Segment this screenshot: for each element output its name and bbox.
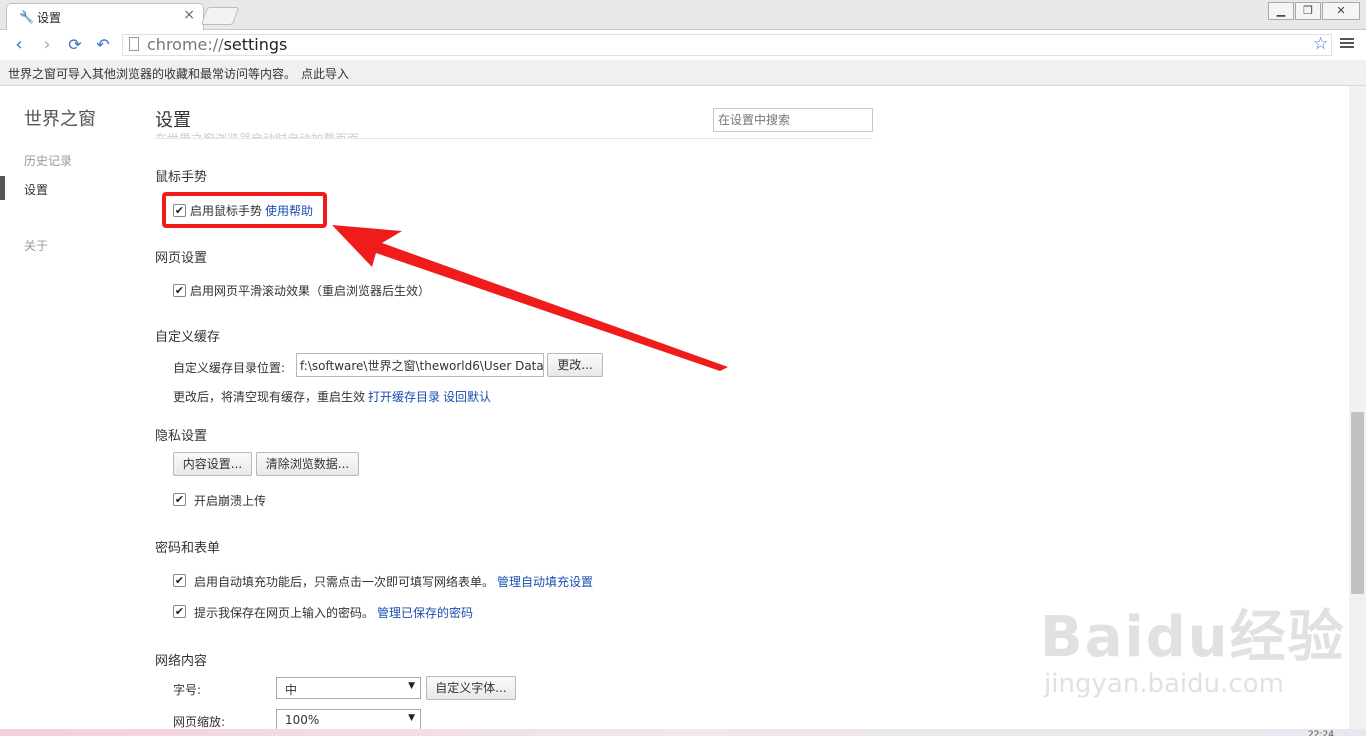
zoom-select[interactable]: 100% ▼ <box>276 709 421 731</box>
font-size-label: 字号: <box>173 683 202 697</box>
dropdown-caret-icon: ▼ <box>408 713 415 723</box>
tab-title: 设置 <box>37 11 62 25</box>
font-size-select[interactable]: 中 ▼ <box>276 677 421 699</box>
header-divider <box>155 138 873 139</box>
back-icon[interactable]: ‹ <box>8 34 30 56</box>
page-icon <box>129 37 139 51</box>
section-title-privacy: 隐私设置 <box>155 429 208 444</box>
import-infobar: 世界之窗可导入其他浏览器的收藏和最常访问等内容。 点此导入 <box>0 60 1366 86</box>
sidebar-item-about[interactable]: 关于 <box>24 237 48 254</box>
bookmark-star-icon[interactable]: ☆ <box>1313 34 1328 54</box>
minimize-icon[interactable]: ▁ <box>1268 2 1294 20</box>
page-title: 设置 <box>155 110 191 131</box>
zoom-label: 网页缩放: <box>173 715 226 729</box>
sidebar-item-settings[interactable]: 设置 <box>24 181 48 198</box>
restore-icon[interactable]: ❐ <box>1295 2 1321 20</box>
cache-dir-label: 自定义缓存目录位置: <box>173 361 286 375</box>
content-settings-button[interactable]: 内容设置... <box>173 452 252 476</box>
sidebar-active-indicator <box>0 176 5 200</box>
refresh-icon[interactable]: ⟳ <box>64 34 86 56</box>
zoom-value: 100% <box>285 713 320 727</box>
close-window-icon[interactable]: ✕ <box>1322 2 1360 20</box>
tab-settings[interactable]: 🔧 设置 × <box>6 3 204 30</box>
section-title-web-content: 网络内容 <box>155 654 208 669</box>
smooth-scroll-label: 启用网页平滑滚动效果（重启浏览器后生效） <box>190 284 431 298</box>
smooth-scroll-checkbox[interactable]: ✔ <box>173 284 186 297</box>
scrollbar-track[interactable] <box>1349 86 1366 730</box>
settings-search-input[interactable] <box>713 108 873 132</box>
save-password-checkbox[interactable]: ✔ <box>173 605 186 618</box>
crash-upload-label: 开启崩溃上传 <box>194 494 267 508</box>
dropdown-caret-icon: ▼ <box>408 681 415 691</box>
section-title-webpage: 网页设置 <box>155 251 208 266</box>
manage-passwords-link[interactable]: 管理已保存的密码 <box>377 604 473 621</box>
infobar-text: 世界之窗可导入其他浏览器的收藏和最常访问等内容。 <box>8 67 297 81</box>
crash-upload-checkbox[interactable]: ✔ <box>173 493 186 506</box>
watermark-logo: Baidu经验 <box>1040 605 1346 670</box>
taskbar-clock: 22:24 <box>1308 730 1334 736</box>
url-text: chrome://settings <box>147 35 288 54</box>
font-size-value: 中 <box>285 683 298 697</box>
manage-autofill-link[interactable]: 管理自动填充设置 <box>497 573 593 590</box>
clear-browsing-data-button[interactable]: 清除浏览数据... <box>256 452 359 476</box>
change-cache-button[interactable]: 更改... <box>547 353 603 377</box>
autofill-label: 启用自动填充功能后，只需点击一次即可填写网络表单。 <box>194 575 495 589</box>
open-cache-link[interactable]: 打开缓存目录 <box>368 388 440 405</box>
save-password-label: 提示我保存在网页上输入的密码。 <box>194 606 375 620</box>
baidu-watermark: Baidu经验 jingyan.baidu.com <box>1040 592 1346 699</box>
section-title-mouse-gesture: 鼠标手势 <box>155 170 208 185</box>
sidebar-item-history[interactable]: 历史记录 <box>24 152 72 169</box>
section-title-password: 密码和表单 <box>155 541 221 556</box>
sidebar-brand: 世界之窗 <box>24 109 96 130</box>
new-tab-button[interactable] <box>200 7 240 25</box>
cache-dir-field[interactable]: f:\software\世界之窗\theworld6\User Data\De <box>296 353 544 377</box>
scrolled-row: 在世界之窗浏览器启动时自动加载页面 <box>155 130 359 138</box>
import-link[interactable]: 点此导入 <box>301 65 349 82</box>
taskbar-strip <box>0 729 1366 736</box>
close-tab-icon[interactable]: × <box>183 7 195 23</box>
reset-cache-link[interactable]: 设回默认 <box>443 388 491 405</box>
cache-note: 更改后，将清空现有缓存，重启生效 <box>173 390 366 404</box>
wrench-icon: 🔧 <box>19 10 34 24</box>
undo-icon[interactable]: ↶ <box>92 34 114 56</box>
autofill-checkbox[interactable]: ✔ <box>173 574 186 587</box>
forward-icon[interactable]: › <box>36 34 58 56</box>
watermark-url: jingyan.baidu.com <box>1044 669 1284 699</box>
custom-font-button[interactable]: 自定义字体... <box>426 676 516 700</box>
section-title-cache: 自定义缓存 <box>155 330 221 345</box>
menu-icon[interactable] <box>1340 36 1354 50</box>
address-bar[interactable]: chrome://settings <box>122 34 1332 56</box>
scrollbar-thumb[interactable] <box>1351 412 1364 594</box>
annotation-highlight-box <box>162 192 327 228</box>
